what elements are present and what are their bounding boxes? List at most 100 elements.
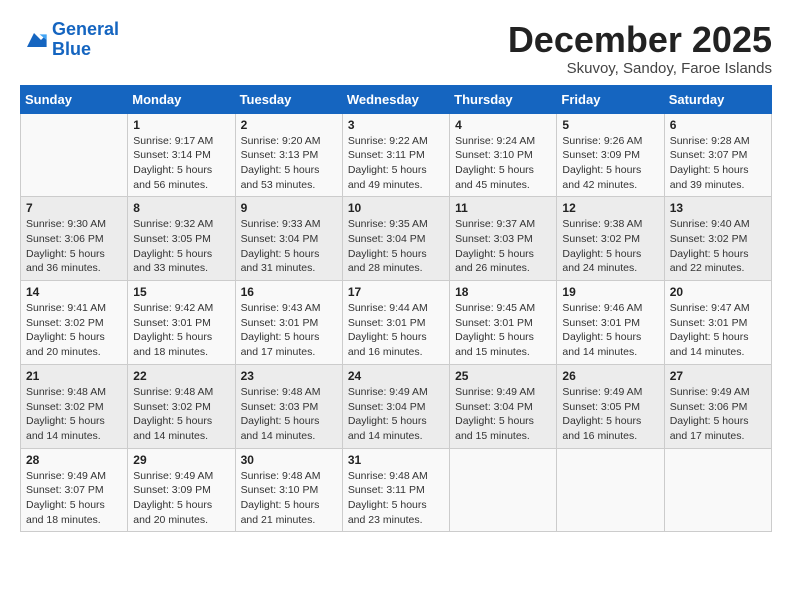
logo-line2: Blue: [52, 39, 91, 59]
weekday-header: Thursday: [450, 85, 557, 113]
calendar-cell: 13 Sunrise: 9:40 AMSunset: 3:02 PMDayligh…: [664, 197, 771, 281]
day-info: Sunrise: 9:26 AMSunset: 3:09 PMDaylight:…: [562, 134, 658, 193]
calendar-cell: 20 Sunrise: 9:47 AMSunset: 3:01 PMDayligh…: [664, 281, 771, 365]
day-info: Sunrise: 9:49 AMSunset: 3:04 PMDaylight:…: [348, 385, 444, 444]
calendar-cell: 24Sunrise: 9:49 AMSunset: 3:04 PMDayligh…: [342, 364, 449, 448]
calendar-week-row: 28 Sunrise: 9:49 AMSunset: 3:07 PMDayligh…: [21, 448, 772, 532]
calendar-cell: 5 Sunrise: 9:26 AMSunset: 3:09 PMDaylight…: [557, 113, 664, 197]
calendar-cell: 12Sunrise: 9:38 AMSunset: 3:02 PMDayligh…: [557, 197, 664, 281]
day-number: 3: [348, 118, 444, 132]
day-number: 17: [348, 285, 444, 299]
calendar-cell: 11 Sunrise: 9:37 AMSunset: 3:03 PMDayligh…: [450, 197, 557, 281]
page-header: General Blue December 2025 Skuvoy, Sando…: [20, 20, 772, 77]
calendar-cell: [664, 448, 771, 532]
calendar-cell: [450, 448, 557, 532]
weekday-header: Tuesday: [235, 85, 342, 113]
day-info: Sunrise: 9:48 AMSunset: 3:02 PMDaylight:…: [133, 385, 229, 444]
day-number: 28: [26, 453, 122, 467]
calendar-cell: 29Sunrise: 9:49 AMSunset: 3:09 PMDayligh…: [128, 448, 235, 532]
day-info: Sunrise: 9:42 AMSunset: 3:01 PMDaylight:…: [133, 301, 229, 360]
day-info: Sunrise: 9:49 AMSunset: 3:07 PMDaylight:…: [26, 469, 122, 528]
calendar-cell: 19Sunrise: 9:46 AMSunset: 3:01 PMDayligh…: [557, 281, 664, 365]
day-info: Sunrise: 9:37 AMSunset: 3:03 PMDaylight:…: [455, 217, 551, 276]
day-number: 2: [241, 118, 337, 132]
day-number: 23: [241, 369, 337, 383]
day-number: 25: [455, 369, 551, 383]
calendar-cell: 8Sunrise: 9:32 AMSunset: 3:05 PMDaylight…: [128, 197, 235, 281]
day-info: Sunrise: 9:35 AMSunset: 3:04 PMDaylight:…: [348, 217, 444, 276]
calendar-cell: 1 Sunrise: 9:17 AMSunset: 3:14 PMDaylight…: [128, 113, 235, 197]
day-number: 4: [455, 118, 551, 132]
calendar-cell: 18 Sunrise: 9:45 AMSunset: 3:01 PMDayligh…: [450, 281, 557, 365]
day-number: 12: [562, 201, 658, 215]
calendar-cell: 17 Sunrise: 9:44 AMSunset: 3:01 PMDayligh…: [342, 281, 449, 365]
day-number: 6: [670, 118, 766, 132]
calendar-cell: 14 Sunrise: 9:41 AMSunset: 3:02 PMDayligh…: [21, 281, 128, 365]
weekday-header: Wednesday: [342, 85, 449, 113]
calendar-week-row: 14 Sunrise: 9:41 AMSunset: 3:02 PMDayligh…: [21, 281, 772, 365]
calendar-cell: 2 Sunrise: 9:20 AMSunset: 3:13 PMDaylight…: [235, 113, 342, 197]
day-number: 15: [133, 285, 229, 299]
day-number: 11: [455, 201, 551, 215]
day-number: 5: [562, 118, 658, 132]
calendar-cell: 16Sunrise: 9:43 AMSunset: 3:01 PMDayligh…: [235, 281, 342, 365]
day-info: Sunrise: 9:44 AMSunset: 3:01 PMDaylight:…: [348, 301, 444, 360]
day-info: Sunrise: 9:49 AMSunset: 3:09 PMDaylight:…: [133, 469, 229, 528]
calendar-cell: 15 Sunrise: 9:42 AMSunset: 3:01 PMDayligh…: [128, 281, 235, 365]
calendar-cell: 28 Sunrise: 9:49 AMSunset: 3:07 PMDayligh…: [21, 448, 128, 532]
location-subtitle: Skuvoy, Sandoy, Faroe Islands: [508, 60, 772, 77]
weekday-header: Friday: [557, 85, 664, 113]
calendar-cell: [21, 113, 128, 197]
calendar-week-row: 1 Sunrise: 9:17 AMSunset: 3:14 PMDaylight…: [21, 113, 772, 197]
calendar-table: SundayMondayTuesdayWednesdayThursdayFrid…: [20, 85, 772, 533]
calendar-body: 1 Sunrise: 9:17 AMSunset: 3:14 PMDaylight…: [21, 113, 772, 532]
day-number: 7: [26, 201, 122, 215]
calendar-cell: 26 Sunrise: 9:49 AMSunset: 3:05 PMDayligh…: [557, 364, 664, 448]
day-number: 19: [562, 285, 658, 299]
day-info: Sunrise: 9:47 AMSunset: 3:01 PMDaylight:…: [670, 301, 766, 360]
day-info: Sunrise: 9:48 AMSunset: 3:11 PMDaylight:…: [348, 469, 444, 528]
day-info: Sunrise: 9:48 AMSunset: 3:03 PMDaylight:…: [241, 385, 337, 444]
day-info: Sunrise: 9:30 AMSunset: 3:06 PMDaylight:…: [26, 217, 122, 276]
calendar-header-row: SundayMondayTuesdayWednesdayThursdayFrid…: [21, 85, 772, 113]
day-number: 9: [241, 201, 337, 215]
day-info: Sunrise: 9:49 AMSunset: 3:04 PMDaylight:…: [455, 385, 551, 444]
logo: General Blue: [20, 20, 119, 60]
day-info: Sunrise: 9:24 AMSunset: 3:10 PMDaylight:…: [455, 134, 551, 193]
day-number: 21: [26, 369, 122, 383]
day-info: Sunrise: 9:49 AMSunset: 3:06 PMDaylight:…: [670, 385, 766, 444]
day-info: Sunrise: 9:17 AMSunset: 3:14 PMDaylight:…: [133, 134, 229, 193]
calendar-cell: 4 Sunrise: 9:24 AMSunset: 3:10 PMDaylight…: [450, 113, 557, 197]
day-number: 31: [348, 453, 444, 467]
day-number: 10: [348, 201, 444, 215]
day-info: Sunrise: 9:33 AMSunset: 3:04 PMDaylight:…: [241, 217, 337, 276]
title-section: December 2025 Skuvoy, Sandoy, Faroe Isla…: [508, 20, 772, 77]
day-info: Sunrise: 9:45 AMSunset: 3:01 PMDaylight:…: [455, 301, 551, 360]
calendar-cell: 25 Sunrise: 9:49 AMSunset: 3:04 PMDayligh…: [450, 364, 557, 448]
day-info: Sunrise: 9:41 AMSunset: 3:02 PMDaylight:…: [26, 301, 122, 360]
day-number: 16: [241, 285, 337, 299]
day-number: 13: [670, 201, 766, 215]
day-number: 27: [670, 369, 766, 383]
calendar-week-row: 7 Sunrise: 9:30 AMSunset: 3:06 PMDaylight…: [21, 197, 772, 281]
day-number: 20: [670, 285, 766, 299]
day-info: Sunrise: 9:49 AMSunset: 3:05 PMDaylight:…: [562, 385, 658, 444]
calendar-week-row: 21 Sunrise: 9:48 AMSunset: 3:02 PMDayligh…: [21, 364, 772, 448]
calendar-cell: 22Sunrise: 9:48 AMSunset: 3:02 PMDayligh…: [128, 364, 235, 448]
logo-line1: General: [52, 19, 119, 39]
day-number: 26: [562, 369, 658, 383]
day-number: 30: [241, 453, 337, 467]
calendar-cell: 30Sunrise: 9:48 AMSunset: 3:10 PMDayligh…: [235, 448, 342, 532]
day-number: 1: [133, 118, 229, 132]
calendar-cell: 10 Sunrise: 9:35 AMSunset: 3:04 PMDayligh…: [342, 197, 449, 281]
day-info: Sunrise: 9:20 AMSunset: 3:13 PMDaylight:…: [241, 134, 337, 193]
day-number: 14: [26, 285, 122, 299]
calendar-cell: 9 Sunrise: 9:33 AMSunset: 3:04 PMDaylight…: [235, 197, 342, 281]
weekday-header: Monday: [128, 85, 235, 113]
day-number: 18: [455, 285, 551, 299]
day-info: Sunrise: 9:22 AMSunset: 3:11 PMDaylight:…: [348, 134, 444, 193]
month-title: December 2025: [508, 20, 772, 60]
calendar-cell: 3 Sunrise: 9:22 AMSunset: 3:11 PMDaylight…: [342, 113, 449, 197]
logo-icon: [20, 26, 48, 54]
day-info: Sunrise: 9:40 AMSunset: 3:02 PMDaylight:…: [670, 217, 766, 276]
